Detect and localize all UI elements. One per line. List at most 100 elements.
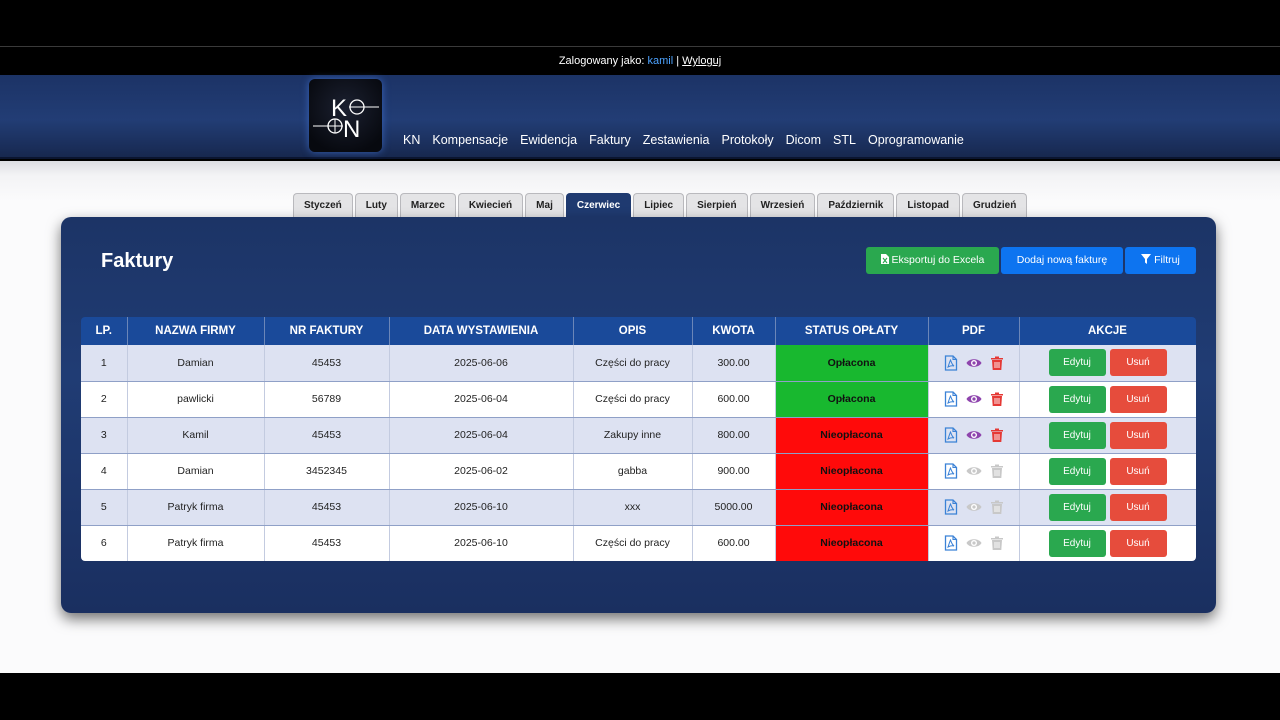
nav-item-0[interactable]: KN (403, 133, 420, 147)
eye-icon[interactable] (966, 355, 982, 371)
edit-button[interactable]: Edytuj (1048, 493, 1106, 521)
cell-lp: 2 (81, 381, 128, 418)
tab-month-4[interactable]: Maj (525, 193, 564, 217)
logo[interactable]: K N (309, 79, 382, 152)
add-invoice-button[interactable]: Dodaj nową fakturę (1001, 247, 1123, 274)
nav-item-7[interactable]: STL (833, 133, 856, 147)
nav-item-5[interactable]: Protokoły (722, 133, 774, 147)
cell-description: Części do pracy (573, 381, 693, 418)
cell-payment-status: Nieopłacona (775, 489, 929, 526)
column-header: AKCJE (1019, 317, 1196, 345)
nav-item-4[interactable]: Zestawienia (643, 133, 710, 147)
eye-icon[interactable] (966, 427, 982, 443)
cell-payment-status: Opłacona (775, 381, 929, 418)
edit-button[interactable]: Edytuj (1048, 421, 1106, 449)
action-buttons: Edytuj Usuń (1020, 493, 1196, 521)
edit-button[interactable]: Edytuj (1048, 457, 1106, 485)
export-excel-button[interactable]: Eksportuj do Excela (866, 247, 999, 274)
cell-amount: 600.00 (692, 525, 776, 561)
cell-pdf (928, 381, 1020, 418)
invoices-table-wrapper: LP. NAZWA FIRMY NR FAKTURY DATA WYSTAWIENIA… (81, 317, 1196, 561)
cell-description: Zakupy inne (573, 417, 693, 454)
logo-letter-n: N (343, 116, 360, 143)
page-title: Faktury (101, 250, 174, 272)
logout-link[interactable]: Wyloguj (682, 55, 721, 67)
column-header: PDF (928, 317, 1020, 345)
cell-lp: 5 (81, 489, 128, 526)
file-pdf-icon[interactable] (943, 499, 959, 515)
nav-item-3[interactable]: Faktury (589, 133, 631, 147)
cell-description: Części do pracy (573, 525, 693, 561)
cell-payment-status: Opłacona (775, 345, 929, 382)
cell-description: gabba (573, 453, 693, 490)
file-pdf-icon[interactable] (943, 463, 959, 479)
tab-month-9[interactable]: Październik (817, 193, 895, 217)
add-invoice-label: Dodaj nową fakturę (1016, 254, 1108, 266)
file-pdf-icon[interactable] (943, 535, 959, 551)
cell-issue-date: 2025-06-10 (389, 525, 574, 561)
cell-invoice-number: 45453 (264, 345, 390, 382)
tab-month-3[interactable]: Kwiecień (457, 193, 524, 217)
delete-button[interactable]: Usuń (1109, 529, 1167, 557)
export-excel-label: Eksportuj do Excela (891, 254, 985, 266)
cell-amount: 5000.00 (692, 489, 776, 526)
delete-button[interactable]: Usuń (1109, 457, 1167, 485)
trash-icon[interactable] (989, 463, 1005, 479)
cell-actions: Edytuj Usuń (1019, 345, 1196, 382)
tab-month-10[interactable]: Listopad (896, 193, 961, 217)
delete-button[interactable]: Usuń (1109, 349, 1167, 377)
cell-lp: 6 (81, 525, 128, 561)
nav-item-8[interactable]: Oprogramowanie (868, 133, 964, 147)
logged-user: kamil (647, 55, 674, 67)
bottom-bar (0, 673, 1280, 720)
action-buttons: Edytuj Usuń (1020, 421, 1196, 449)
tab-month-5[interactable]: Czerwiec (565, 193, 632, 217)
action-buttons: Edytuj Usuń (1020, 349, 1196, 377)
cell-lp: 4 (81, 453, 128, 490)
tab-month-11[interactable]: Grudzień (962, 193, 1028, 217)
table-row: 3 Kamil 45453 2025-06-04 Zakupy inne 800.00 Ni… (81, 417, 1196, 454)
cell-invoice-number: 3452345 (264, 453, 390, 490)
file-pdf-icon[interactable] (943, 391, 959, 407)
cell-invoice-number: 45453 (264, 489, 390, 526)
pdf-icon-group (929, 427, 1019, 443)
tab-month-7[interactable]: Sierpień (686, 193, 748, 217)
edit-button[interactable]: Edytuj (1048, 385, 1106, 413)
edit-button[interactable]: Edytuj (1048, 349, 1106, 377)
tab-month-1[interactable]: Luty (354, 193, 398, 217)
nav-item-6[interactable]: Dicom (786, 133, 821, 147)
column-header: LP. (81, 317, 128, 345)
cell-description: xxx (573, 489, 693, 526)
cell-pdf (928, 453, 1020, 490)
delete-button[interactable]: Usuń (1109, 493, 1167, 521)
delete-button[interactable]: Usuń (1109, 385, 1167, 413)
trash-icon[interactable] (989, 427, 1005, 443)
delete-button[interactable]: Usuń (1109, 421, 1167, 449)
eye-icon[interactable] (966, 391, 982, 407)
tab-month-0[interactable]: Styczeń (293, 193, 353, 217)
tab-month-6[interactable]: Lipiec (633, 193, 685, 217)
tab-month-8[interactable]: Wrzesień (749, 193, 816, 217)
edit-button[interactable]: Edytuj (1048, 529, 1106, 557)
column-header: DATA WYSTAWIENIA (389, 317, 574, 345)
trash-icon[interactable] (989, 499, 1005, 515)
table-row: 6 Patryk firma 45453 2025-06-10 Części do pr… (81, 525, 1196, 561)
invoices-table: LP. NAZWA FIRMY NR FAKTURY DATA WYSTAWIENIA… (81, 317, 1196, 561)
cell-firm-name: Damian (127, 345, 265, 382)
trash-icon[interactable] (989, 391, 1005, 407)
eye-icon[interactable] (966, 499, 982, 515)
cell-actions: Edytuj Usuń (1019, 453, 1196, 490)
cell-pdf (928, 525, 1020, 561)
nav-item-1[interactable]: Kompensacje (432, 133, 508, 147)
file-pdf-icon[interactable] (943, 355, 959, 371)
cell-pdf (928, 417, 1020, 454)
file-pdf-icon[interactable] (943, 427, 959, 443)
trash-icon[interactable] (989, 355, 1005, 371)
trash-icon[interactable] (989, 535, 1005, 551)
eye-icon[interactable] (966, 535, 982, 551)
nav-item-2[interactable]: Ewidencja (520, 133, 577, 147)
cell-issue-date: 2025-06-02 (389, 453, 574, 490)
filter-button[interactable]: Filtruj (1125, 247, 1196, 274)
eye-icon[interactable] (966, 463, 982, 479)
tab-month-2[interactable]: Marzec (399, 193, 456, 217)
